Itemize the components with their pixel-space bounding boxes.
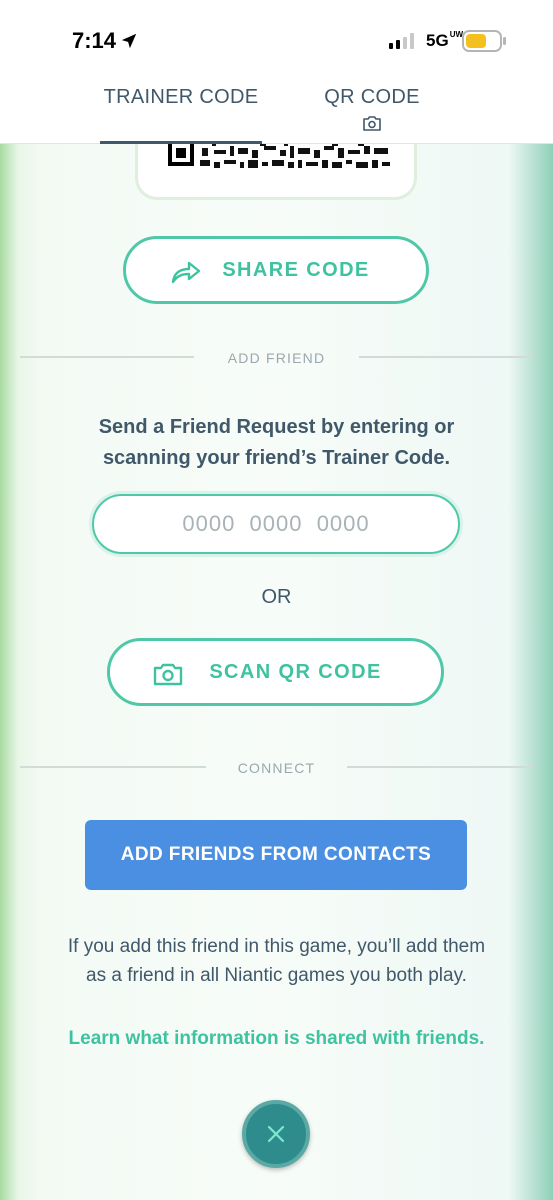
share-code-label: SHARE CODE bbox=[222, 258, 370, 281]
active-tab-indicator bbox=[100, 141, 262, 144]
add-friend-section-label: ADD FRIEND bbox=[227, 350, 326, 366]
scan-qr-code-button[interactable]: SCAN QR CODE bbox=[107, 638, 444, 706]
time-text: 7:14 bbox=[72, 28, 117, 53]
camera-icon bbox=[363, 116, 381, 131]
niantic-games-note: If you add this friend in this game, you… bbox=[30, 932, 523, 990]
qr-code-card bbox=[135, 144, 417, 200]
tab-qr-code-label: QR CODE bbox=[324, 86, 420, 108]
connect-divider-right bbox=[347, 766, 533, 768]
trainer-code-input[interactable] bbox=[92, 494, 460, 554]
camera-icon bbox=[153, 663, 183, 686]
instructions-line-2: scanning your friend’s Trainer Code. bbox=[102, 447, 451, 469]
share-arrow-icon bbox=[171, 261, 201, 284]
scan-qr-code-label: SCAN QR CODE bbox=[209, 660, 382, 683]
location-arrow-icon bbox=[121, 33, 137, 49]
note-line-2: as a friend in all Niantic games you bot… bbox=[86, 965, 467, 986]
close-icon bbox=[267, 1125, 285, 1143]
friend-request-instructions: Send a Friend Request by entering or sca… bbox=[60, 412, 493, 474]
status-bar: 7:14 5GUW bbox=[0, 0, 553, 80]
note-line-1: If you add this friend in this game, you… bbox=[67, 936, 486, 957]
tab-bar: TRAINER CODE QR CODE bbox=[0, 80, 553, 144]
learn-shared-info-link[interactable]: Learn what information is shared with fr… bbox=[0, 1028, 553, 1050]
tab-qr-code[interactable]: QR CODE bbox=[300, 86, 444, 142]
add-friend-divider-right bbox=[359, 356, 533, 358]
qr-code-image bbox=[166, 144, 392, 170]
share-code-button[interactable]: SHARE CODE bbox=[123, 236, 429, 304]
network-indicator: 5GUW bbox=[426, 31, 463, 51]
add-friends-from-contacts-button[interactable]: ADD FRIENDS FROM CONTACTS bbox=[85, 820, 467, 890]
network-label: 5G bbox=[426, 31, 449, 50]
content-area[interactable]: SHARE CODE ADD FRIEND Send a Friend Requ… bbox=[0, 144, 553, 1200]
close-button[interactable] bbox=[242, 1100, 310, 1168]
status-time: 7:14 bbox=[72, 28, 138, 54]
or-separator-label: OR bbox=[261, 586, 292, 608]
cellular-signal-icon bbox=[389, 33, 414, 49]
add-friends-from-contacts-label: ADD FRIENDS FROM CONTACTS bbox=[120, 844, 432, 865]
connect-section-label: CONNECT bbox=[237, 760, 316, 776]
tab-trainer-code-label: TRAINER CODE bbox=[103, 86, 259, 108]
instructions-line-1: Send a Friend Request by entering or bbox=[98, 416, 455, 438]
battery-icon bbox=[462, 30, 506, 52]
tab-trainer-code[interactable]: TRAINER CODE bbox=[100, 86, 262, 142]
